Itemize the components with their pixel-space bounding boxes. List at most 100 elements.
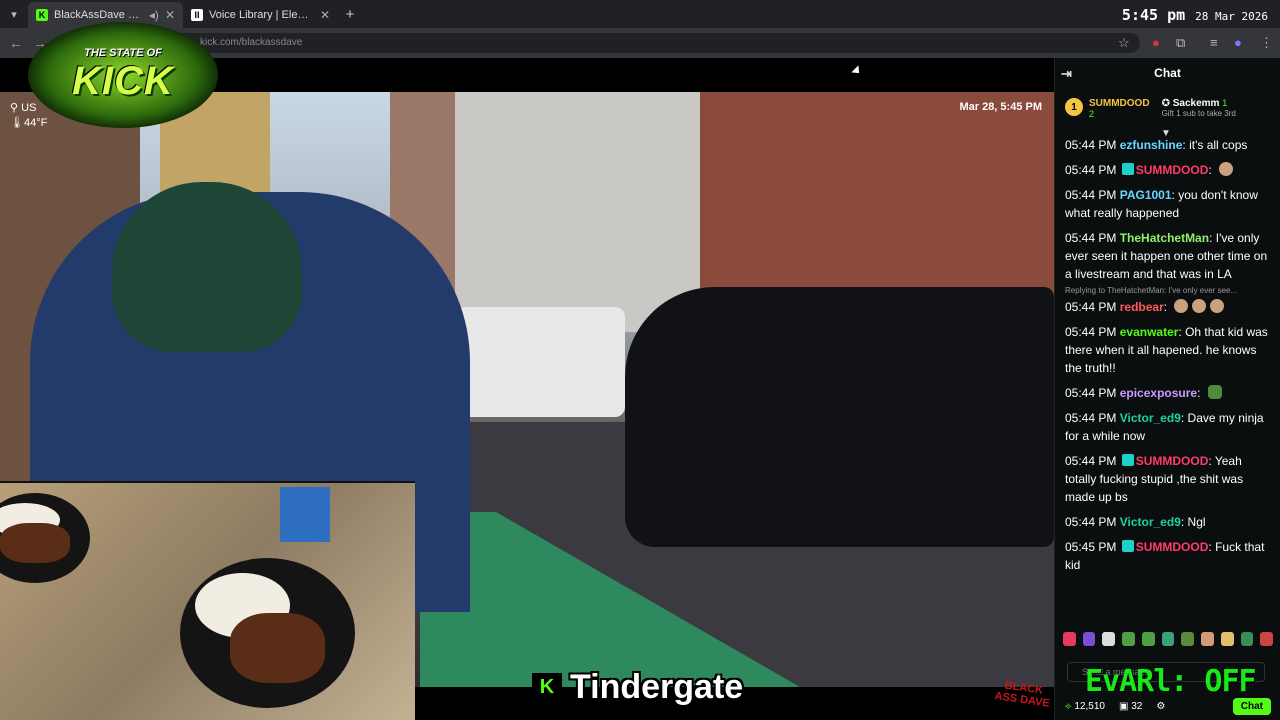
emote-icon[interactable] — [1063, 632, 1076, 646]
message-time: 05:44 PM — [1065, 411, 1117, 425]
message-username[interactable]: epicexposure — [1120, 386, 1197, 400]
tab-title: BlackAssDave Stream - Wa — [54, 9, 143, 21]
gifter-count: 1 — [1222, 98, 1228, 108]
chat-messages: 05:44 PM ezfunshine: it's all cops 05:44 … — [1055, 136, 1280, 574]
new-tab-button[interactable]: + — [338, 6, 362, 23]
media-controls-icon[interactable]: ≡ — [1210, 35, 1218, 50]
emote-icon — [1174, 299, 1189, 313]
bookmark-star-icon[interactable]: ☆ — [1118, 35, 1130, 51]
message-time: 05:44 PM — [1065, 163, 1117, 177]
message-username[interactable]: SUMMDOOD — [1136, 163, 1209, 177]
message-time: 05:44 PM — [1065, 515, 1117, 529]
rank-badge: 1 — [1065, 98, 1083, 116]
back-icon[interactable]: ← — [4, 35, 28, 51]
browser-tab-bar: ▾ K BlackAssDave Stream - Wa ◂) ✕ II Voi… — [0, 0, 1280, 28]
top-gifter: SUMMDOOD — [1089, 98, 1150, 109]
emote-icon[interactable] — [1240, 632, 1254, 646]
subscriber-badge-icon — [1121, 454, 1134, 466]
emote-icon[interactable] — [1082, 632, 1096, 646]
message-time: 05:44 PM — [1065, 386, 1117, 400]
extension-icon[interactable]: ● — [1152, 35, 1160, 50]
message-username[interactable]: redbear — [1120, 300, 1164, 314]
chat-message: 05:44 PM Victor_ed9: Ngl — [1065, 515, 1206, 529]
message-time: 05:44 PM — [1065, 188, 1117, 202]
gifter-name: Sackemm — [1172, 98, 1220, 109]
subscriber-badge-icon — [1121, 163, 1134, 175]
close-tab-icon[interactable]: ✕ — [320, 8, 330, 22]
logo-top-text: THE STATE OF — [84, 46, 162, 59]
kick-k-icon: K — [532, 672, 562, 703]
top-gifter-count: 2 — [1089, 109, 1095, 119]
chat-panel: ⇥ Chat 1 SUMMDOOD 2 ✪ Sackemm 1 Gift 1 s… — [1054, 58, 1280, 720]
temperature-text: 44°F — [23, 117, 48, 129]
emote-icon[interactable] — [1122, 632, 1135, 646]
drink-box — [280, 487, 330, 542]
stream-timestamp: Mar 28, 5:45 PM — [959, 101, 1042, 113]
location-text: US — [21, 102, 37, 114]
gift-leaderboard[interactable]: 1 SUMMDOOD 2 ✪ Sackemm 1 Gift 1 sub to t… — [1055, 88, 1280, 139]
emote-icon[interactable] — [1141, 632, 1155, 646]
chat-message: 05:44 PM epicexposure: — [1065, 384, 1270, 402]
message-username[interactable]: Victor_ed9 — [1120, 515, 1181, 529]
caption-overlay: K Tindergate — [532, 668, 743, 707]
message-time: 05:44 PM — [1065, 454, 1117, 468]
chat-message: 05:45 PM SUMMDOOD: Fuck that kid — [1065, 540, 1265, 572]
message-time: 05:45 PM — [1065, 540, 1117, 554]
message-username[interactable]: Victor_ed9 — [1120, 411, 1181, 425]
address-bar[interactable]: kick.com/blackassdave — [60, 33, 1140, 53]
viewer-count: 12,510 — [1074, 700, 1105, 712]
close-tab-icon[interactable]: ✕ — [165, 8, 175, 22]
location-overlay: ⚲ US 🌡︎44°F — [10, 101, 47, 131]
clock-date: 28 Mar 2026 — [1195, 10, 1268, 23]
steak — [0, 523, 70, 563]
message-text: it's all cops — [1189, 138, 1248, 152]
emote-icon[interactable] — [1220, 632, 1234, 646]
steak — [230, 613, 325, 683]
followers-icon: ▣ — [1118, 700, 1132, 712]
emote-icon[interactable] — [1260, 632, 1274, 646]
message-username[interactable]: evanwater — [1120, 325, 1179, 339]
viewers-icon: ⟡ — [1065, 700, 1075, 712]
chat-header: ⇥ Chat — [1055, 58, 1280, 88]
black-suv — [625, 287, 1054, 547]
chat-message: 05:44 PM SUMMDOOD: Yeah totally fucking … — [1065, 454, 1244, 504]
menu-kebab-icon[interactable]: ⋮ — [1260, 35, 1273, 51]
emote-icon — [1192, 299, 1207, 313]
chat-message: 05:44 PM evanwater: Oh that kid was ther… — [1065, 325, 1268, 375]
emote-icon[interactable] — [1102, 632, 1116, 646]
emote-icon — [1207, 385, 1222, 399]
audio-icon[interactable]: ◂) — [149, 8, 159, 22]
police-van — [455, 307, 625, 417]
clock-time: 5:45 pm — [1121, 6, 1186, 24]
tab-elevenlabs[interactable]: II Voice Library | ElevenLabs ✕ — [183, 2, 338, 28]
emote-icon — [1219, 162, 1234, 176]
expand-chevron-icon[interactable]: ▼ — [1161, 128, 1171, 139]
message-username[interactable]: SUMMDOOD — [1136, 540, 1209, 554]
message-time: 05:44 PM — [1065, 325, 1117, 339]
elevenlabs-icon: II — [191, 9, 203, 21]
tab-title: Voice Library | ElevenLabs — [209, 9, 314, 21]
emote-bar[interactable] — [1063, 632, 1274, 650]
message-username[interactable]: SUMMDOOD — [1136, 454, 1209, 468]
message-username[interactable]: PAG1001 — [1120, 188, 1172, 202]
food-camera-pip — [0, 481, 415, 720]
emote-icon[interactable] — [1161, 632, 1175, 646]
chat-message: Replying to TheHatchetMan: I've only eve… — [1065, 286, 1270, 316]
system-clock: 5:45 pm 28 Mar 2026 — [1122, 6, 1268, 24]
profile-avatar[interactable]: ● — [1234, 35, 1242, 50]
send-chat-button[interactable]: Chat — [1232, 697, 1271, 715]
evarl-status-overlay: EvARl: OFF — [1085, 664, 1257, 699]
collapse-chat-icon[interactable]: ⇥ — [1061, 66, 1072, 82]
chat-message: 05:44 PM Victor_ed9: Dave my ninja for a… — [1065, 411, 1264, 443]
tab-search-icon[interactable]: ▾ — [0, 0, 28, 28]
message-username[interactable]: ezfunshine — [1120, 138, 1183, 152]
settings-gear-icon[interactable]: ⚙ — [1156, 701, 1165, 712]
extensions-puzzle-icon[interactable]: ⧉ — [1176, 35, 1185, 51]
stream-video[interactable]: ⚲ US 🌡︎44°F Mar 28, 5:45 PM BLACK ASS DA… — [0, 58, 1054, 720]
emote-icon[interactable] — [1181, 632, 1195, 646]
message-time: 05:44 PM — [1065, 231, 1117, 245]
message-username[interactable]: TheHatchetMan — [1120, 231, 1209, 245]
chat-title: Chat — [1154, 66, 1181, 80]
emote-icon[interactable] — [1201, 632, 1214, 646]
chat-message: 05:44 PM PAG1001: you don't know what re… — [1065, 188, 1258, 220]
